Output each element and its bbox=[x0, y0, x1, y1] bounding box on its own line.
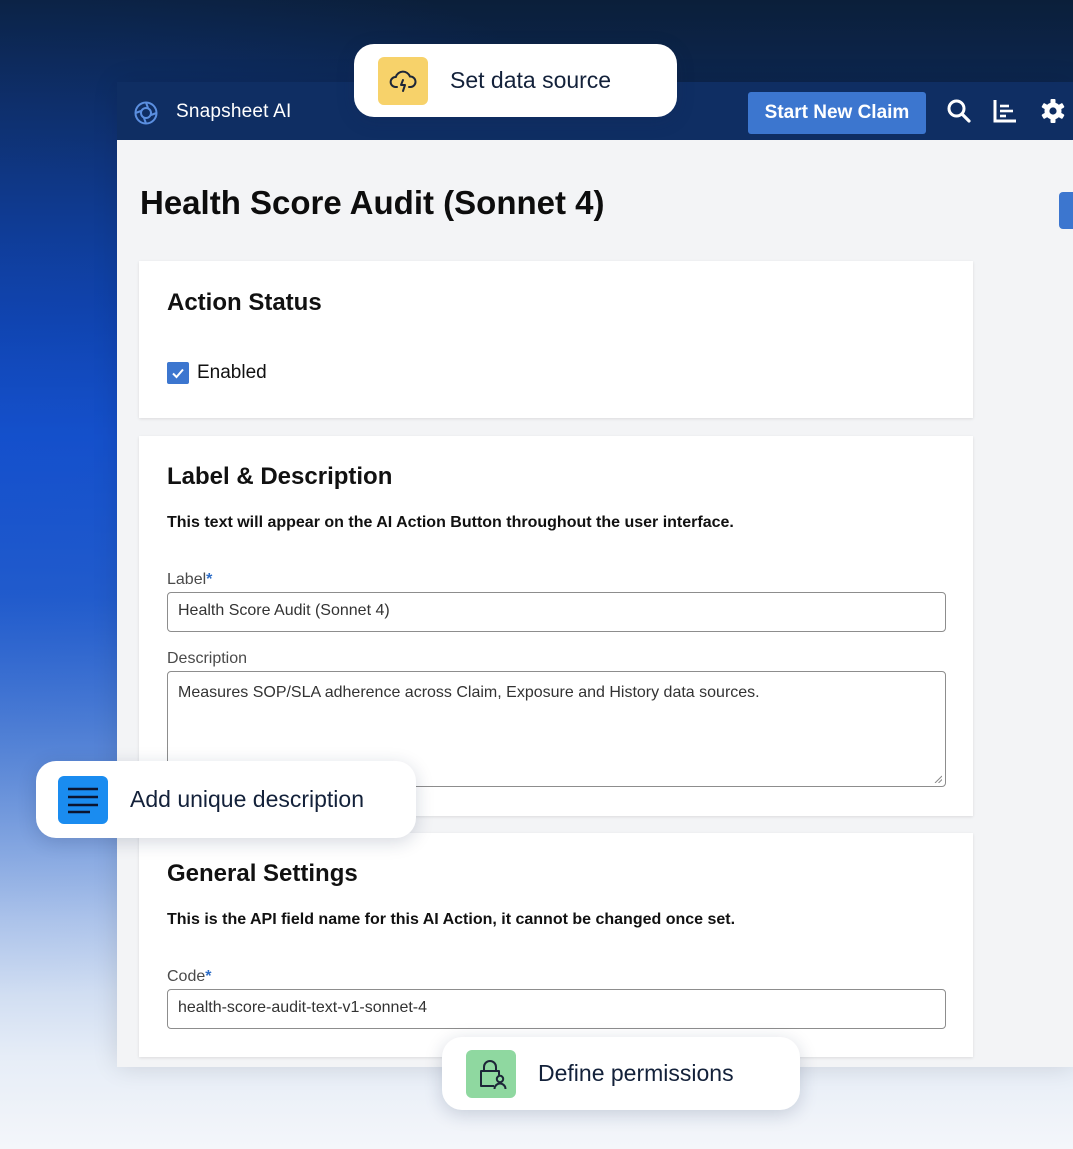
search-icon[interactable] bbox=[946, 98, 972, 124]
enabled-label: Enabled bbox=[197, 362, 267, 383]
description-text: Measures SOP/SLA adherence across Claim,… bbox=[178, 684, 760, 701]
text-lines-icon bbox=[58, 775, 108, 824]
description-field-label: Description bbox=[167, 650, 248, 667]
callout-permissions-text: Define permissions bbox=[538, 1060, 734, 1086]
page-title: Health Score Audit (Sonnet 4) bbox=[140, 184, 605, 221]
callout-define-permissions: Define permissions bbox=[442, 1037, 800, 1110]
resize-handle-icon[interactable] bbox=[934, 775, 942, 783]
label-description-subtitle: This text will appear on the AI Action B… bbox=[167, 514, 734, 531]
label-input[interactable]: Health Score Audit (Sonnet 4) bbox=[167, 592, 946, 632]
code-input[interactable]: health-score-audit-text-v1-sonnet-4 bbox=[167, 989, 946, 1029]
reports-chart-icon[interactable] bbox=[992, 98, 1018, 124]
action-status-title: Action Status bbox=[167, 289, 322, 316]
side-panel-tab[interactable] bbox=[1059, 192, 1073, 229]
snapsheet-logo-icon[interactable] bbox=[134, 101, 158, 125]
general-settings-title: General Settings bbox=[167, 860, 358, 887]
app-window: Snapsheet AI Start New Claim Health Scor… bbox=[117, 82, 1073, 1067]
label-description-card: Label & Description This text will appea… bbox=[139, 436, 973, 816]
start-new-claim-button[interactable]: Start New Claim bbox=[748, 92, 926, 134]
general-settings-card: General Settings This is the API field n… bbox=[139, 833, 973, 1057]
label-description-title: Label & Description bbox=[167, 463, 393, 490]
brand-name: Snapsheet AI bbox=[176, 101, 292, 122]
callout-description-text: Add unique description bbox=[130, 786, 364, 812]
callout-set-data-source: Set data source bbox=[354, 44, 677, 117]
callout-data-source-text: Set data source bbox=[450, 67, 612, 93]
label-field-label: Label* bbox=[167, 571, 213, 588]
cloud-icon bbox=[378, 56, 428, 105]
check-icon bbox=[172, 368, 184, 379]
lock-user-icon bbox=[466, 1049, 516, 1098]
general-settings-subtitle: This is the API field name for this AI A… bbox=[167, 911, 736, 928]
code-field-label: Code* bbox=[167, 968, 212, 985]
callout-add-description: Add unique description bbox=[36, 761, 416, 838]
action-status-card: Action Status Enabled bbox=[139, 261, 973, 418]
enabled-checkbox[interactable] bbox=[167, 362, 189, 384]
gear-icon[interactable] bbox=[1040, 98, 1066, 124]
enabled-checkbox-row[interactable]: Enabled bbox=[167, 362, 267, 384]
